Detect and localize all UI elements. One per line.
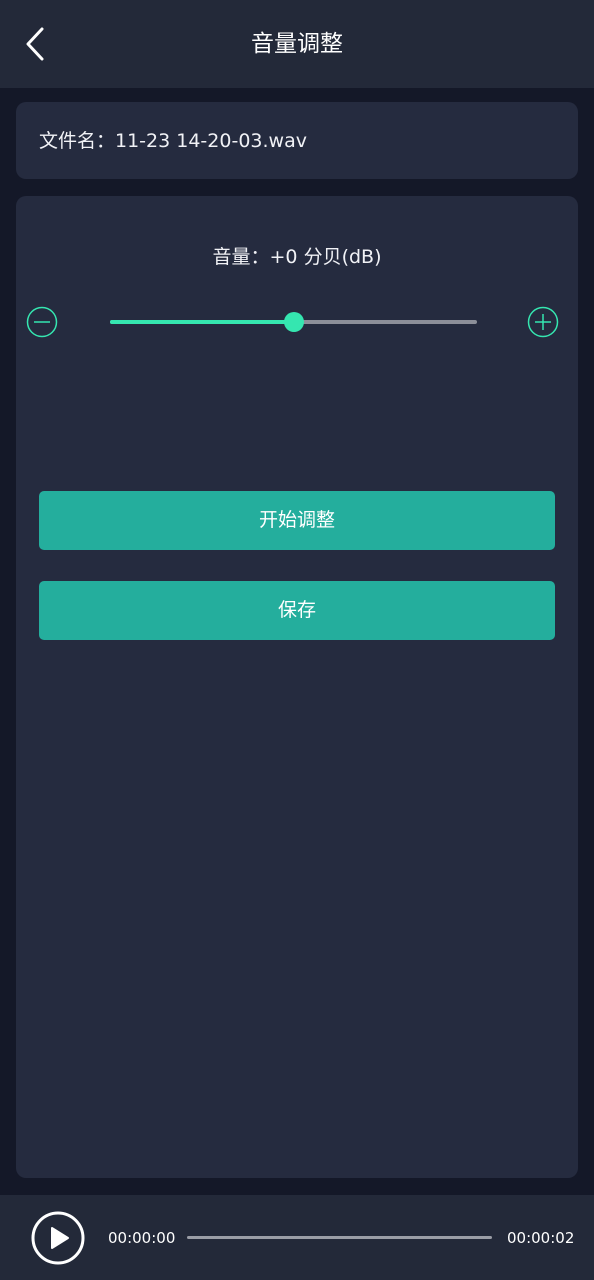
play-button[interactable] — [31, 1211, 85, 1265]
volume-value-label: 音量：+0 分贝(dB) — [212, 246, 382, 268]
file-info-card: 文件名：11-23 14-20-03.wav — [16, 102, 578, 179]
total-time: 00:00:02 — [507, 1229, 575, 1247]
play-icon — [31, 1211, 85, 1265]
start-adjust-button[interactable]: 开始调整 — [39, 491, 555, 550]
page-title: 音量调整 — [251, 31, 343, 57]
current-time: 00:00:00 — [108, 1229, 176, 1247]
volume-panel — [16, 196, 578, 1178]
save-button[interactable]: 保存 — [39, 581, 555, 640]
volume-slider-thumb[interactable] — [283, 312, 304, 332]
top-bar: 音量调整 — [0, 0, 594, 88]
volume-slider-fill — [110, 320, 294, 324]
file-name-label: 文件名：11-23 14-20-03.wav — [39, 130, 307, 152]
plus-circle-icon — [527, 306, 559, 338]
volume-decrease-button[interactable] — [26, 306, 58, 338]
volume-slider[interactable] — [110, 310, 477, 334]
audio-player-bar: 00:00:00 00:00:02 — [0, 1195, 594, 1280]
volume-increase-button[interactable] — [527, 306, 559, 338]
minus-circle-icon — [26, 306, 58, 338]
volume-adjust-screen: 音量调整 文件名：11-23 14-20-03.wav 音量：+0 分贝(dB)… — [0, 0, 594, 1280]
playback-progress-bar[interactable] — [187, 1231, 492, 1245]
playback-progress-track — [187, 1236, 492, 1239]
